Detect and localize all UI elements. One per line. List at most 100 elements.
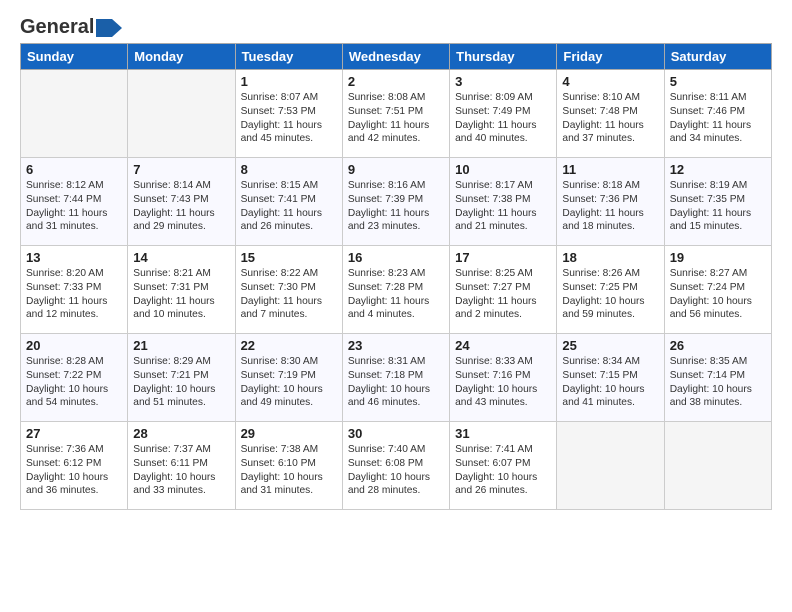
calendar-cell: 13 Sunrise: 8:20 AM Sunset: 7:33 PM Dayli… xyxy=(21,246,128,334)
day-header-tuesday: Tuesday xyxy=(235,44,342,70)
day-number: 26 xyxy=(670,338,766,353)
page: General SundayMondayTuesdayWednesdayThur… xyxy=(0,0,792,526)
calendar-cell: 30 Sunrise: 7:40 AM Sunset: 6:08 PM Dayli… xyxy=(342,422,449,510)
calendar-cell: 3Sunrise: 8:09 AM Sunset: 7:49 PM Daylig… xyxy=(450,70,557,158)
cell-info: Sunrise: 8:35 AM Sunset: 7:14 PM Dayligh… xyxy=(670,355,766,410)
cell-info: Sunrise: 8:28 AM Sunset: 7:22 PM Dayligh… xyxy=(26,355,122,410)
day-number: 28 xyxy=(133,426,229,441)
calendar-cell: 24 Sunrise: 8:33 AM Sunset: 7:16 PM Dayli… xyxy=(450,334,557,422)
cell-info: Sunrise: 8:34 AM Sunset: 7:15 PM Dayligh… xyxy=(562,355,658,410)
cell-info: Sunrise: 7:40 AM Sunset: 6:08 PM Dayligh… xyxy=(348,443,444,498)
day-number: 14 xyxy=(133,250,229,265)
logo-icon xyxy=(96,19,122,37)
day-number: 3 xyxy=(455,74,551,89)
day-number: 8 xyxy=(241,162,337,177)
calendar-cell xyxy=(21,70,128,158)
calendar-cell: 14 Sunrise: 8:21 AM Sunset: 7:31 PM Dayli… xyxy=(128,246,235,334)
calendar-cell: 22 Sunrise: 8:30 AM Sunset: 7:19 PM Dayli… xyxy=(235,334,342,422)
day-number: 30 xyxy=(348,426,444,441)
day-number: 21 xyxy=(133,338,229,353)
cell-info: Sunrise: 8:23 AM Sunset: 7:28 PM Dayligh… xyxy=(348,267,444,322)
calendar-cell: 28 Sunrise: 7:37 AM Sunset: 6:11 PM Dayli… xyxy=(128,422,235,510)
cell-info: Sunrise: 8:10 AM Sunset: 7:48 PM Dayligh… xyxy=(562,91,658,146)
calendar-cell: 27 Sunrise: 7:36 AM Sunset: 6:12 PM Dayli… xyxy=(21,422,128,510)
calendar-cell: 4 Sunrise: 8:10 AM Sunset: 7:48 PM Daylig… xyxy=(557,70,664,158)
header: General xyxy=(20,16,772,35)
cell-info: Sunrise: 8:17 AM Sunset: 7:38 PM Dayligh… xyxy=(455,179,551,234)
day-header-monday: Monday xyxy=(128,44,235,70)
logo-general: General xyxy=(20,16,94,39)
day-number: 12 xyxy=(670,162,766,177)
day-number: 4 xyxy=(562,74,658,89)
calendar-cell: 31Sunrise: 7:41 AM Sunset: 6:07 PM Dayli… xyxy=(450,422,557,510)
cell-info: Sunrise: 8:16 AM Sunset: 7:39 PM Dayligh… xyxy=(348,179,444,234)
cell-info: Sunrise: 8:20 AM Sunset: 7:33 PM Dayligh… xyxy=(26,267,122,322)
cell-info: Sunrise: 8:33 AM Sunset: 7:16 PM Dayligh… xyxy=(455,355,551,410)
day-number: 5 xyxy=(670,74,766,89)
calendar-cell xyxy=(557,422,664,510)
calendar-cell: 11 Sunrise: 8:18 AM Sunset: 7:36 PM Dayli… xyxy=(557,158,664,246)
cell-info: Sunrise: 8:08 AM Sunset: 7:51 PM Dayligh… xyxy=(348,91,444,146)
day-header-friday: Friday xyxy=(557,44,664,70)
header-row: SundayMondayTuesdayWednesdayThursdayFrid… xyxy=(21,44,772,70)
week-row-4: 20 Sunrise: 8:28 AM Sunset: 7:22 PM Dayli… xyxy=(21,334,772,422)
day-number: 9 xyxy=(348,162,444,177)
week-row-2: 6 Sunrise: 8:12 AM Sunset: 7:44 PM Daylig… xyxy=(21,158,772,246)
calendar-cell: 9 Sunrise: 8:16 AM Sunset: 7:39 PM Daylig… xyxy=(342,158,449,246)
calendar-cell: 8Sunrise: 8:15 AM Sunset: 7:41 PM Daylig… xyxy=(235,158,342,246)
day-number: 1 xyxy=(241,74,337,89)
calendar-cell: 1Sunrise: 8:07 AM Sunset: 7:53 PM Daylig… xyxy=(235,70,342,158)
calendar-cell: 2Sunrise: 8:08 AM Sunset: 7:51 PM Daylig… xyxy=(342,70,449,158)
calendar-cell: 12 Sunrise: 8:19 AM Sunset: 7:35 PM Dayli… xyxy=(664,158,771,246)
cell-info: Sunrise: 7:36 AM Sunset: 6:12 PM Dayligh… xyxy=(26,443,122,498)
calendar-cell: 6 Sunrise: 8:12 AM Sunset: 7:44 PM Daylig… xyxy=(21,158,128,246)
calendar-cell: 16Sunrise: 8:23 AM Sunset: 7:28 PM Dayli… xyxy=(342,246,449,334)
cell-info: Sunrise: 8:27 AM Sunset: 7:24 PM Dayligh… xyxy=(670,267,766,322)
day-number: 25 xyxy=(562,338,658,353)
cell-info: Sunrise: 8:18 AM Sunset: 7:36 PM Dayligh… xyxy=(562,179,658,234)
day-header-saturday: Saturday xyxy=(664,44,771,70)
calendar-cell: 29 Sunrise: 7:38 AM Sunset: 6:10 PM Dayli… xyxy=(235,422,342,510)
day-header-sunday: Sunday xyxy=(21,44,128,70)
day-number: 17 xyxy=(455,250,551,265)
cell-info: Sunrise: 7:41 AM Sunset: 6:07 PM Dayligh… xyxy=(455,443,551,498)
week-row-5: 27 Sunrise: 7:36 AM Sunset: 6:12 PM Dayli… xyxy=(21,422,772,510)
calendar-cell: 10Sunrise: 8:17 AM Sunset: 7:38 PM Dayli… xyxy=(450,158,557,246)
cell-info: Sunrise: 7:37 AM Sunset: 6:11 PM Dayligh… xyxy=(133,443,229,498)
day-number: 19 xyxy=(670,250,766,265)
calendar-cell xyxy=(664,422,771,510)
cell-info: Sunrise: 8:26 AM Sunset: 7:25 PM Dayligh… xyxy=(562,267,658,322)
calendar-cell: 23 Sunrise: 8:31 AM Sunset: 7:18 PM Dayli… xyxy=(342,334,449,422)
cell-info: Sunrise: 8:30 AM Sunset: 7:19 PM Dayligh… xyxy=(241,355,337,410)
calendar-cell: 26 Sunrise: 8:35 AM Sunset: 7:14 PM Dayli… xyxy=(664,334,771,422)
day-number: 6 xyxy=(26,162,122,177)
day-number: 7 xyxy=(133,162,229,177)
calendar-cell: 19 Sunrise: 8:27 AM Sunset: 7:24 PM Dayli… xyxy=(664,246,771,334)
cell-info: Sunrise: 8:21 AM Sunset: 7:31 PM Dayligh… xyxy=(133,267,229,322)
calendar-table: SundayMondayTuesdayWednesdayThursdayFrid… xyxy=(20,43,772,510)
day-header-wednesday: Wednesday xyxy=(342,44,449,70)
day-number: 23 xyxy=(348,338,444,353)
cell-info: Sunrise: 7:38 AM Sunset: 6:10 PM Dayligh… xyxy=(241,443,337,498)
cell-info: Sunrise: 8:25 AM Sunset: 7:27 PM Dayligh… xyxy=(455,267,551,322)
calendar-cell: 25 Sunrise: 8:34 AM Sunset: 7:15 PM Dayli… xyxy=(557,334,664,422)
calendar-cell: 7 Sunrise: 8:14 AM Sunset: 7:43 PM Daylig… xyxy=(128,158,235,246)
day-header-thursday: Thursday xyxy=(450,44,557,70)
calendar-cell: 17 Sunrise: 8:25 AM Sunset: 7:27 PM Dayli… xyxy=(450,246,557,334)
calendar-cell: 20 Sunrise: 8:28 AM Sunset: 7:22 PM Dayli… xyxy=(21,334,128,422)
calendar-cell: 18Sunrise: 8:26 AM Sunset: 7:25 PM Dayli… xyxy=(557,246,664,334)
week-row-1: 1Sunrise: 8:07 AM Sunset: 7:53 PM Daylig… xyxy=(21,70,772,158)
cell-info: Sunrise: 8:31 AM Sunset: 7:18 PM Dayligh… xyxy=(348,355,444,410)
calendar-cell: 15Sunrise: 8:22 AM Sunset: 7:30 PM Dayli… xyxy=(235,246,342,334)
day-number: 27 xyxy=(26,426,122,441)
day-number: 22 xyxy=(241,338,337,353)
cell-info: Sunrise: 8:12 AM Sunset: 7:44 PM Dayligh… xyxy=(26,179,122,234)
day-number: 13 xyxy=(26,250,122,265)
cell-info: Sunrise: 8:19 AM Sunset: 7:35 PM Dayligh… xyxy=(670,179,766,234)
calendar-cell: 5Sunrise: 8:11 AM Sunset: 7:46 PM Daylig… xyxy=(664,70,771,158)
day-number: 20 xyxy=(26,338,122,353)
day-number: 24 xyxy=(455,338,551,353)
cell-info: Sunrise: 8:14 AM Sunset: 7:43 PM Dayligh… xyxy=(133,179,229,234)
day-number: 11 xyxy=(562,162,658,177)
day-number: 29 xyxy=(241,426,337,441)
